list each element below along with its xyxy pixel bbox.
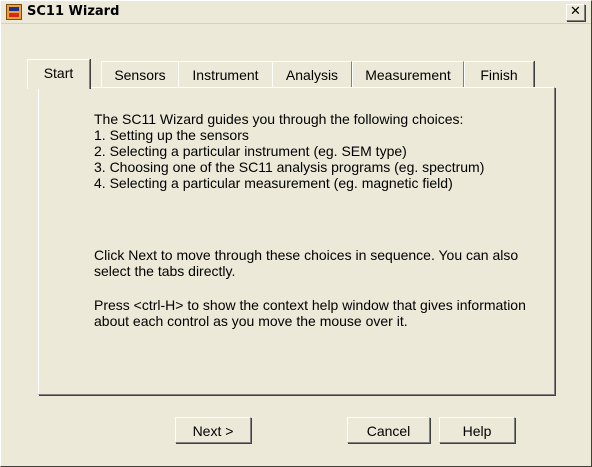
tab-panel-start: The SC11 Wizard guides you through the f… [38,87,555,395]
app-icon [6,4,22,20]
intro-text: The SC11 Wizard guides you through the f… [94,111,485,191]
tab-start[interactable]: Start [27,59,90,89]
tab-sensors[interactable]: Sensors [101,61,179,87]
help-button[interactable]: Help [439,417,515,443]
title-bar[interactable]: SC11 Wizard ✕ [1,1,591,24]
tab-measurement[interactable]: Measurement [352,61,464,87]
sequence-text: Click Next to move through these choices… [94,247,519,279]
close-button[interactable]: ✕ [566,4,585,21]
window-title: SC11 Wizard [27,4,120,19]
help-hint-text: Press <ctrl-H> to show the context help … [94,297,526,329]
tab-finish[interactable]: Finish [464,61,534,87]
cancel-button[interactable]: Cancel [347,417,430,443]
tab-analysis[interactable]: Analysis [272,61,352,87]
tab-instrument[interactable]: Instrument [178,61,273,87]
wizard-window: SC11 Wizard ✕ Start Sensors Instrument A… [0,0,592,467]
next-button[interactable]: Next > [175,417,251,443]
